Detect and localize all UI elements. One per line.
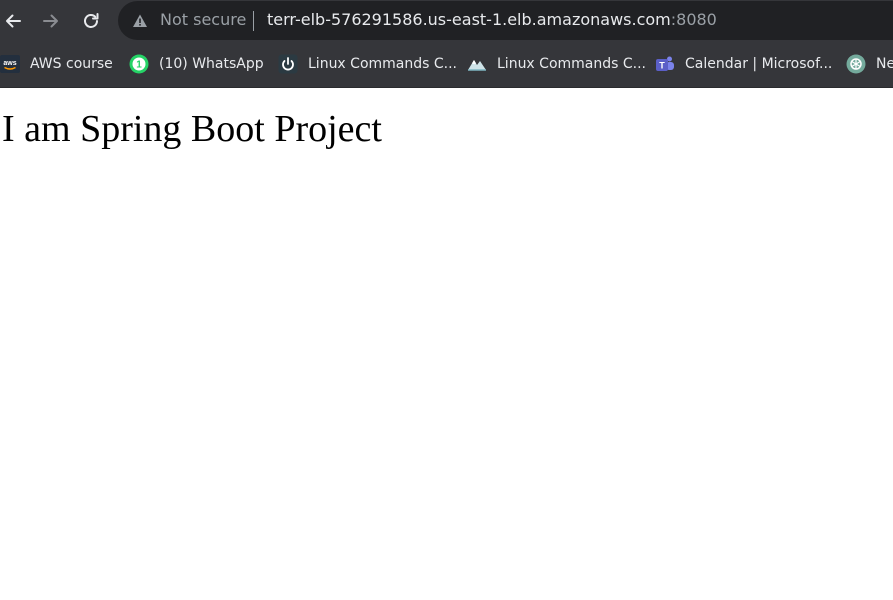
bookmark-whatsapp[interactable]: 1 (10) WhatsApp (129, 53, 264, 75)
url-port: :8080 (670, 10, 717, 29)
bookmark-label: Ne (876, 56, 893, 72)
url-host: terr-elb-576291586.us-east-1.elb.amazona… (267, 10, 671, 29)
page-heading: I am Spring Boot Project (2, 108, 382, 150)
power-icon (278, 54, 298, 74)
bookmark-label: Calendar | Microsof... (685, 56, 833, 72)
back-button[interactable] (0, 8, 26, 34)
address-separator (253, 11, 254, 31)
mountain-icon (467, 54, 487, 74)
bookmark-aws-course[interactable]: aws AWS course (0, 53, 113, 75)
aws-icon: aws (0, 54, 20, 74)
bookmark-label: AWS course (30, 56, 113, 72)
bookmark-label: Linux Commands C... (497, 56, 646, 72)
bookmark-new[interactable]: Ne (846, 53, 893, 75)
back-arrow-icon (6, 14, 21, 28)
forward-arrow-icon (43, 14, 58, 28)
browser-toolbar: Not secure terr-elb-576291586.us-east-1.… (0, 0, 893, 42)
bookmark-linux-commands-1[interactable]: Linux Commands C... (278, 53, 457, 75)
forward-button[interactable] (38, 8, 64, 34)
url-text[interactable]: terr-elb-576291586.us-east-1.elb.amazona… (267, 10, 717, 29)
whatsapp-icon: 1 (129, 54, 149, 74)
teams-icon: T (655, 54, 675, 74)
svg-text:T: T (659, 61, 665, 71)
svg-text:aws: aws (3, 60, 16, 67)
page-content: I am Spring Boot Project (0, 88, 893, 600)
security-status[interactable]: Not secure (160, 10, 246, 29)
bookmarks-bar: aws AWS course 1 (10) WhatsApp Linux Com… (0, 42, 893, 88)
warning-icon[interactable] (132, 13, 148, 29)
bookmark-calendar-microsoft[interactable]: T Calendar | Microsof... (655, 53, 832, 75)
reload-icon (84, 13, 99, 28)
address-bar[interactable]: Not secure terr-elb-576291586.us-east-1.… (118, 1, 893, 40)
bookmark-label: Linux Commands C... (308, 56, 457, 72)
reload-button[interactable] (78, 8, 104, 34)
chatgpt-icon (846, 54, 866, 74)
bookmark-linux-commands-2[interactable]: Linux Commands C... (467, 53, 646, 75)
whatsapp-badge: 1 (136, 60, 142, 71)
bookmark-label: (10) WhatsApp (159, 56, 264, 72)
